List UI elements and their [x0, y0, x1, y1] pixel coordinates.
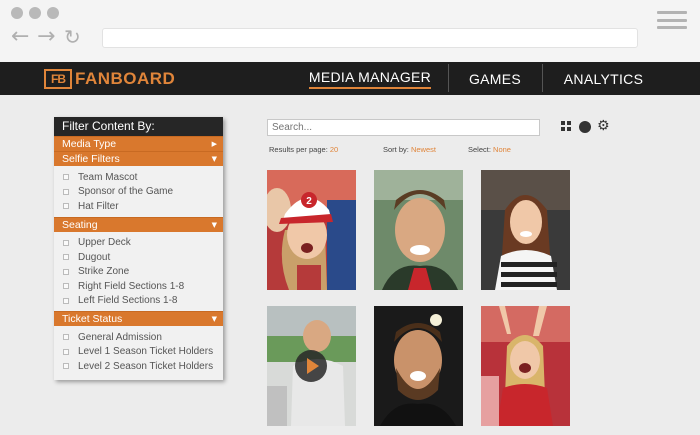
checkbox[interactable]: [63, 174, 69, 181]
filter-option[interactable]: Level 2 Season Ticket Holders: [54, 359, 223, 374]
selfie-photo-image: 2: [267, 170, 356, 290]
checkbox[interactable]: [63, 297, 69, 304]
media-type-header[interactable]: Media Type ▶: [54, 136, 223, 151]
filter-option-label: Left Field Sections 1-8: [78, 295, 178, 307]
results-per-page-value[interactable]: 20: [330, 145, 338, 154]
selfie-filters-header[interactable]: Selfie Filters ▼: [54, 151, 223, 166]
filter-option[interactable]: Hat Filter: [54, 199, 223, 214]
media-thumbnail[interactable]: [481, 306, 570, 426]
sort-by-value[interactable]: Newest: [411, 145, 436, 154]
filter-option-label: Strike Zone: [78, 266, 130, 278]
logo-text: FANBOARD: [75, 69, 176, 88]
checkbox[interactable]: [63, 334, 69, 341]
checkbox[interactable]: [63, 268, 69, 275]
filter-option-label: General Admission: [78, 331, 162, 343]
selfie-filters-list: Team Mascot Sponsor of the Game Hat Filt…: [54, 166, 223, 217]
filter-option[interactable]: Level 1 Season Ticket Holders: [54, 345, 223, 360]
filter-panel: Filter Content By: Media Type ▶ Selfie F…: [54, 117, 223, 380]
filter-option[interactable]: General Admission: [54, 330, 223, 345]
select-label: Select:: [468, 145, 491, 154]
seating-label: Seating: [62, 218, 98, 231]
media-thumbnail[interactable]: [481, 170, 570, 290]
search-input[interactable]: [267, 119, 540, 136]
hat-number: 2: [306, 196, 312, 207]
filter-option-label: Hat Filter: [78, 200, 119, 212]
ticket-status-header[interactable]: Ticket Status ▼: [54, 311, 223, 326]
selfie-photo-image: [481, 306, 570, 426]
media-type-label: Media Type: [62, 138, 117, 150]
reload-icon[interactable]: ↻: [64, 26, 81, 48]
media-thumbnail[interactable]: [374, 170, 463, 290]
results-per-page[interactable]: Results per page: 20: [269, 145, 338, 154]
select-value[interactable]: None: [493, 145, 511, 154]
selfie-photo-image: [481, 170, 570, 290]
fanboard-logo[interactable]: FB FANBOARD: [44, 68, 175, 90]
nav-games[interactable]: GAMES: [449, 62, 541, 95]
ticket-status-label: Ticket Status: [62, 313, 123, 325]
chevron-down-icon: ▼: [211, 315, 217, 323]
window-maximize-dot[interactable]: [47, 7, 59, 19]
checkbox[interactable]: [63, 283, 69, 290]
results-per-page-label: Results per page:: [269, 145, 328, 154]
filter-option[interactable]: Dugout: [54, 250, 223, 265]
chevron-down-icon: ▼: [211, 220, 217, 229]
media-thumbnail[interactable]: 2: [267, 170, 356, 290]
window-close-dot[interactable]: [11, 7, 23, 19]
filter-option[interactable]: Team Mascot: [54, 170, 223, 185]
filter-option-label: Dugout: [78, 251, 111, 263]
selfie-photo-image: [374, 306, 463, 426]
filter-option-label: Right Field Sections 1-8: [78, 280, 185, 292]
grid-view-icon[interactable]: [561, 121, 571, 131]
logo-mark: FB: [44, 69, 72, 89]
filter-option[interactable]: Right Field Sections 1-8: [54, 279, 223, 294]
filter-option-label: Team Mascot: [78, 171, 138, 183]
address-bar[interactable]: [102, 28, 638, 48]
circle-icon[interactable]: [579, 121, 591, 133]
seating-header[interactable]: Seating ▼: [54, 216, 223, 232]
hamburger-menu-icon[interactable]: [657, 11, 687, 29]
sort-by[interactable]: Sort by: Newest: [383, 145, 436, 154]
filter-option[interactable]: Upper Deck: [54, 236, 223, 251]
app-header: FB FANBOARD MEDIA MANAGER GAMES ANALYTIC…: [0, 62, 700, 95]
checkbox[interactable]: [63, 203, 69, 210]
checkbox[interactable]: [63, 363, 69, 370]
filter-option-label: Upper Deck: [78, 237, 131, 249]
media-thumbnail[interactable]: [374, 306, 463, 426]
play-icon[interactable]: [295, 350, 327, 382]
filter-panel-title: Filter Content By:: [54, 117, 223, 136]
nav-media-manager[interactable]: MEDIA MANAGER: [305, 62, 435, 95]
gear-icon[interactable]: ⚙: [597, 119, 610, 133]
window-minimize-dot[interactable]: [29, 7, 41, 19]
chevron-down-icon: ▼: [211, 155, 217, 163]
filter-option[interactable]: Strike Zone: [54, 265, 223, 280]
checkbox[interactable]: [63, 188, 69, 195]
nav-media-manager-label: MEDIA MANAGER: [308, 69, 432, 89]
checkbox[interactable]: [63, 348, 69, 355]
filter-option-label: Sponsor of the Game: [78, 186, 174, 198]
nav-analytics-label: ANALYTICS: [563, 70, 644, 87]
filter-option-label: Level 2 Season Ticket Holders: [78, 360, 214, 372]
back-arrow-icon[interactable]: ←: [11, 26, 29, 48]
checkbox[interactable]: [63, 254, 69, 261]
media-thumbnail[interactable]: [267, 306, 356, 426]
checkbox[interactable]: [63, 239, 69, 246]
filter-option[interactable]: Sponsor of the Game: [54, 185, 223, 200]
forward-arrow-icon[interactable]: →: [37, 26, 55, 48]
browser-chrome: ← → ↻: [0, 0, 700, 62]
selfie-filters-label: Selfie Filters: [62, 153, 120, 165]
selfie-photo-image: [374, 170, 463, 290]
sort-by-label: Sort by:: [383, 145, 409, 154]
chevron-right-icon: ▶: [211, 140, 217, 148]
seating-list: Upper Deck Dugout Strike Zone Right Fiel…: [54, 232, 223, 312]
filter-option[interactable]: Left Field Sections 1-8: [54, 294, 223, 309]
nav-games-label: GAMES: [468, 70, 522, 87]
ticket-status-list: General Admission Level 1 Season Ticket …: [54, 326, 223, 377]
select-control[interactable]: Select: None: [468, 145, 511, 154]
filter-option-label: Level 1 Season Ticket Holders: [78, 346, 214, 358]
nav-analytics[interactable]: ANALYTICS: [543, 62, 664, 95]
